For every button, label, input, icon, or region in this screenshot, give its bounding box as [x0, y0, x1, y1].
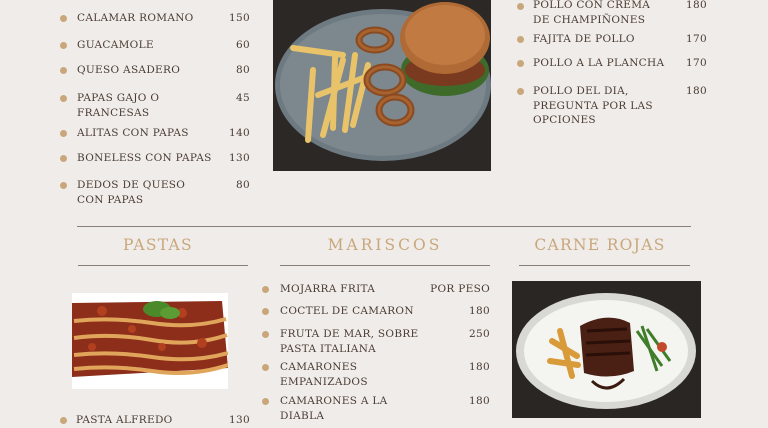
bullet-icon	[262, 286, 269, 293]
burger-and-fries-photo	[273, 0, 491, 171]
bullet-icon	[262, 331, 269, 338]
section-divider	[77, 226, 691, 227]
mariscos-heading: MARISCOS	[327, 236, 443, 254]
bullet-icon	[60, 15, 67, 22]
carnes-heading: CARNE ROJAS	[534, 236, 666, 254]
mariscos-underline	[280, 265, 490, 266]
bullet-icon	[60, 42, 67, 49]
bullet-icon	[60, 155, 67, 162]
bullet-icon	[517, 60, 524, 67]
bullet-icon	[517, 88, 524, 95]
bullet-icon	[517, 3, 524, 10]
bullet-icon	[60, 67, 67, 74]
bullet-icon	[60, 95, 67, 102]
steak-plate-photo	[512, 281, 701, 418]
bullet-icon	[60, 182, 67, 189]
bullet-icon	[262, 398, 269, 405]
bullet-icon	[517, 36, 524, 43]
carnes-underline	[519, 265, 690, 266]
bullet-icon	[60, 130, 67, 137]
pastas-heading: PASTAS	[123, 236, 193, 254]
bullet-icon	[262, 308, 269, 315]
lasagna-photo	[72, 293, 228, 389]
pastas-underline	[78, 265, 248, 266]
bullet-icon	[262, 364, 269, 371]
